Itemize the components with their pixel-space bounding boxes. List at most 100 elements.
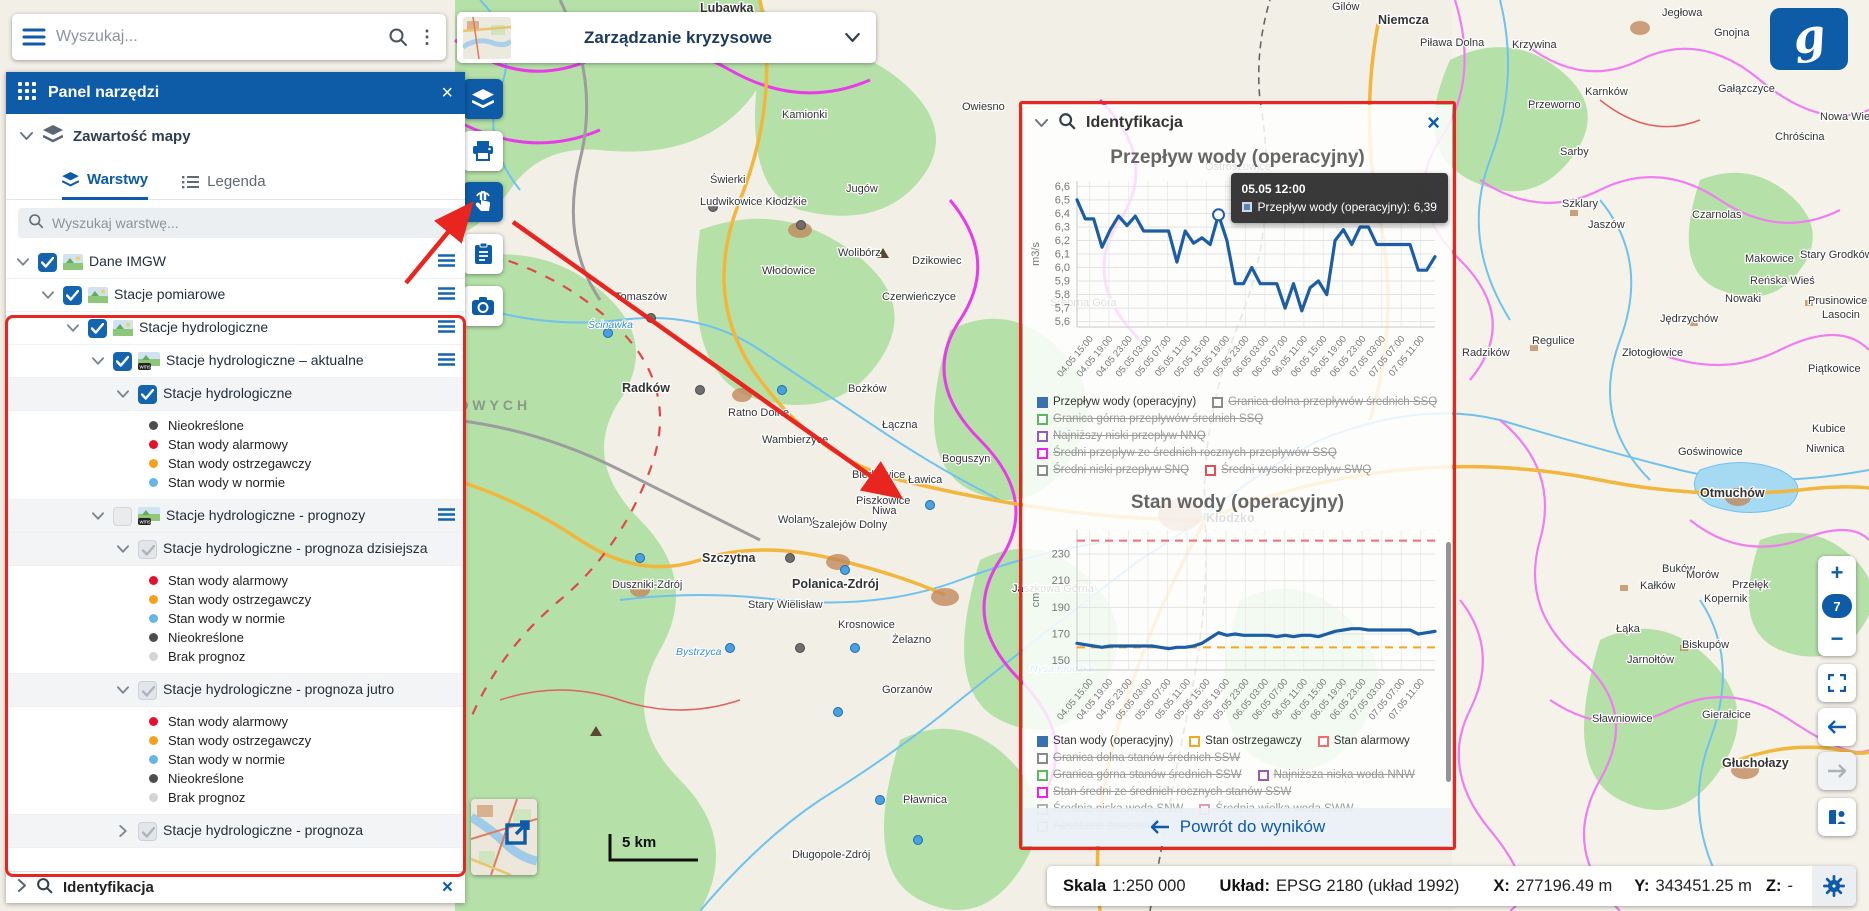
- panel-scrollbar[interactable]: [1446, 542, 1451, 782]
- chart-legend-item[interactable]: Średni wysoki przepływ SWQ: [1205, 464, 1371, 476]
- layer-menu-icon[interactable]: [438, 254, 455, 270]
- layer-menu-icon[interactable]: [438, 353, 455, 369]
- layer-checkbox[interactable]: [63, 286, 82, 305]
- station-marker[interactable]: [647, 314, 656, 323]
- apps-grid-icon[interactable]: [18, 82, 36, 105]
- chart-legend-item[interactable]: Przepływ wody (operacyjny): [1037, 396, 1196, 408]
- station-marker[interactable]: [914, 836, 923, 845]
- layer-row[interactable]: Stacje hydrologiczne - prognoza dzisiejs…: [6, 533, 465, 566]
- tab-legenda[interactable]: Legenda: [182, 173, 265, 199]
- station-marker[interactable]: [696, 386, 705, 395]
- station-marker[interactable]: [796, 644, 805, 653]
- map-content-section-header[interactable]: Zawartość mapy: [6, 114, 465, 158]
- clipboard-tool-button[interactable]: [463, 234, 503, 274]
- chevron-down-icon[interactable]: [114, 686, 132, 694]
- chevron-down-icon[interactable]: [14, 258, 32, 266]
- chart-legend-item[interactable]: Granica dolna przepływów średnich SSQ: [1212, 396, 1437, 408]
- chevron-right-icon[interactable]: [114, 825, 132, 837]
- chart-legend-item[interactable]: Stan ostrzegawczy: [1189, 735, 1302, 747]
- chevron-down-icon[interactable]: [64, 324, 82, 332]
- chart-legend-item[interactable]: Stan wody (operacyjny): [1037, 735, 1173, 747]
- chart-legend-item[interactable]: Najniższa niska woda NNW: [1258, 769, 1415, 781]
- identify-icon: [36, 877, 53, 899]
- chevron-down-icon[interactable]: [845, 29, 860, 47]
- tab-warstwy[interactable]: Warstwy: [62, 171, 148, 200]
- chart-legend-item[interactable]: Średni niski przepływ SNQ: [1037, 464, 1189, 476]
- zoom-out-button[interactable]: −: [1831, 628, 1844, 650]
- layer-checkbox[interactable]: [38, 253, 57, 272]
- layer-checkbox[interactable]: [88, 319, 107, 338]
- layers-tool-button[interactable]: [463, 79, 503, 119]
- overview-map-button[interactable]: [471, 799, 537, 875]
- close-icon[interactable]: ×: [1427, 110, 1440, 136]
- station-marker[interactable]: [636, 554, 645, 563]
- layer-row[interactable]: Stacje hydrologiczne: [6, 378, 465, 411]
- close-icon[interactable]: ×: [442, 877, 453, 899]
- chevron-down-icon[interactable]: [114, 390, 132, 398]
- station-marker[interactable]: [778, 386, 787, 395]
- station-marker[interactable]: [726, 644, 735, 653]
- layer-menu-icon[interactable]: [438, 287, 455, 303]
- chart-legend-item[interactable]: Stan alarmowy: [1318, 735, 1410, 747]
- flow-chart[interactable]: 04.05 15:0004.05 19:0004.05 23:0005.05 0…: [1027, 171, 1448, 394]
- previous-extent-button[interactable]: [1818, 708, 1856, 746]
- map-context-selector[interactable]: Zarządzanie kryzysowe: [457, 12, 876, 63]
- chevron-down-icon[interactable]: [89, 357, 107, 365]
- chart-legend-item[interactable]: Najniższy niski przepływ NNQ: [1037, 430, 1206, 442]
- chevron-down-icon[interactable]: [20, 127, 33, 145]
- settings-gear-button[interactable]: [1812, 866, 1856, 906]
- kebab-menu-icon[interactable]: ⋮: [418, 27, 436, 48]
- station-marker[interactable]: [841, 566, 850, 575]
- search-input[interactable]: [56, 28, 378, 46]
- layer-row[interactable]: Stacje hydrologiczne - prognoza: [6, 815, 465, 848]
- chevron-down-icon[interactable]: [1035, 114, 1048, 132]
- layer-row[interactable]: wmsStacje hydrologiczne – aktualne: [6, 345, 465, 378]
- share-button[interactable]: [1818, 798, 1856, 836]
- chart-legend-item[interactable]: Średni przepływ ze średnich rocznych prz…: [1037, 447, 1337, 459]
- layer-checkbox[interactable]: [138, 385, 157, 404]
- station-marker[interactable]: [834, 708, 843, 717]
- next-extent-button[interactable]: [1818, 752, 1856, 790]
- layer-checkbox[interactable]: [138, 681, 157, 700]
- chevron-down-icon[interactable]: [89, 512, 107, 520]
- hamburger-menu-icon[interactable]: [22, 28, 46, 46]
- station-marker[interactable]: [786, 554, 795, 563]
- symbology-dot: [149, 736, 158, 745]
- chart-legend-item[interactable]: Granica dolna stanów średnich SSW: [1037, 752, 1240, 764]
- layer-row[interactable]: Stacje pomiarowe: [6, 279, 465, 312]
- station-marker[interactable]: [851, 644, 860, 653]
- layer-menu-icon[interactable]: [438, 320, 455, 336]
- layer-search-input[interactable]: [52, 215, 443, 231]
- print-tool-button[interactable]: [463, 131, 503, 171]
- camera-tool-button[interactable]: [463, 286, 503, 326]
- symbology-dot: [149, 595, 158, 604]
- layer-checkbox[interactable]: [113, 352, 132, 371]
- chart-legend-item[interactable]: Stan średni ze średnich rocznych stanów …: [1037, 786, 1291, 798]
- legend-label: Granica górna przepływów średnich SSQ: [1053, 413, 1263, 425]
- layer-checkbox[interactable]: [113, 507, 132, 526]
- back-to-results-link[interactable]: Powrót do wyników: [1023, 808, 1452, 846]
- level-chart[interactable]: 04.05 15:0004.05 19:0004.05 23:0005.05 0…: [1027, 516, 1448, 733]
- layer-row[interactable]: wmsStacje hydrologiczne - prognozy: [6, 500, 465, 533]
- layer-row[interactable]: Stacje hydrologiczne: [6, 312, 465, 345]
- zoom-in-button[interactable]: +: [1831, 562, 1844, 584]
- close-icon[interactable]: ×: [441, 82, 453, 105]
- layer-checkbox[interactable]: [138, 822, 157, 841]
- layer-row[interactable]: Dane IMGW: [6, 246, 465, 279]
- layer-row[interactable]: Stacje hydrologiczne - prognoza jutro: [6, 674, 465, 707]
- chart-legend-item[interactable]: Granica górna stanów średnich SSW: [1037, 769, 1242, 781]
- identify-tool-button[interactable]: [463, 182, 503, 222]
- layer-checkbox[interactable]: [138, 540, 157, 559]
- identify-collapsed-bar[interactable]: Identyfikacja ×: [6, 871, 465, 903]
- layer-menu-icon[interactable]: [438, 508, 455, 524]
- station-marker[interactable]: [876, 796, 885, 805]
- station-marker[interactable]: [797, 221, 806, 230]
- search-icon[interactable]: [388, 27, 408, 47]
- fullscreen-button[interactable]: [1818, 664, 1856, 702]
- chevron-right-icon[interactable]: [18, 879, 26, 897]
- geoportal-logo[interactable]: g: [1770, 8, 1848, 70]
- station-marker[interactable]: [926, 501, 935, 510]
- chevron-down-icon[interactable]: [114, 545, 132, 553]
- chevron-down-icon[interactable]: [39, 291, 57, 299]
- chart-legend-item[interactable]: Granica górna przepływów średnich SSQ: [1037, 413, 1263, 425]
